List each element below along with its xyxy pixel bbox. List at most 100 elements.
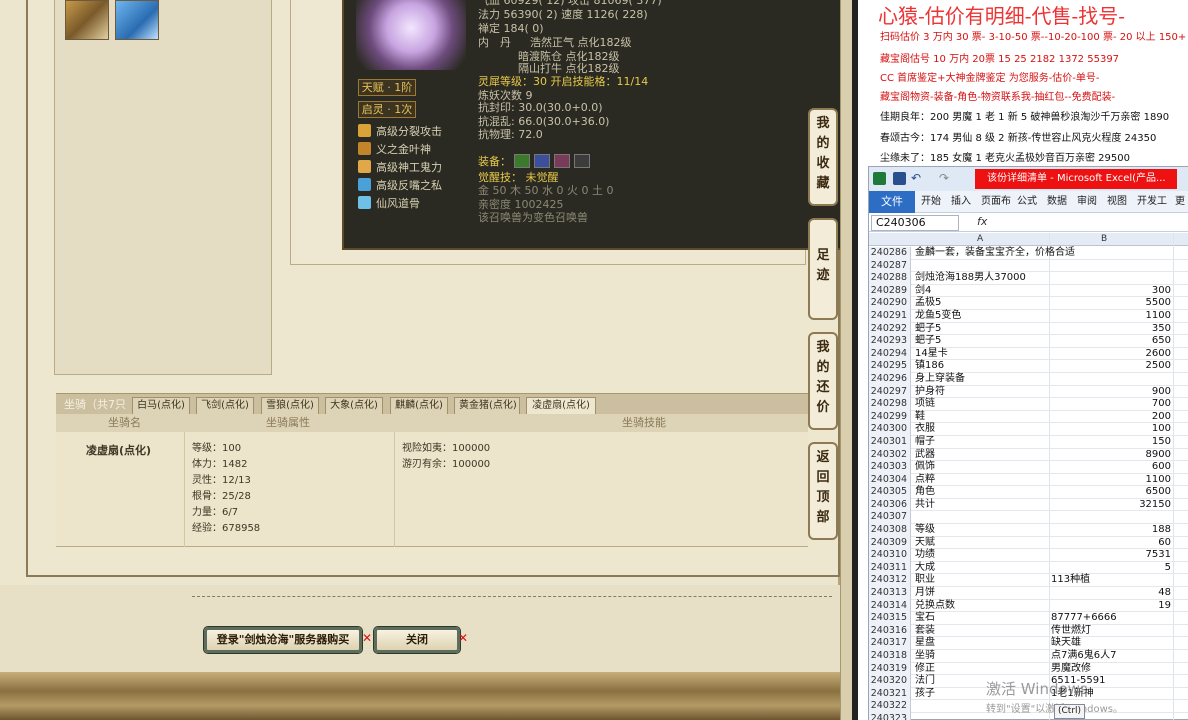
cell-a[interactable]: 孩子: [915, 688, 935, 701]
cell-a[interactable]: 点粹: [915, 474, 935, 487]
row-number[interactable]: 240322: [869, 700, 911, 713]
row-number[interactable]: 240290: [869, 297, 911, 310]
tab-home[interactable]: 开始: [921, 191, 941, 213]
mount-tab-active[interactable]: 凌虚扇(点化): [526, 397, 596, 415]
table-row[interactable]: 240298 项链 700: [869, 398, 1188, 411]
back-to-top-tab[interactable]: 返回顶部: [808, 442, 838, 540]
skill-item[interactable]: 高级分裂攻击: [358, 124, 442, 140]
tab-developer[interactable]: 开发工: [1137, 191, 1167, 213]
row-number[interactable]: 240323: [869, 712, 911, 720]
row-number[interactable]: 240321: [869, 687, 911, 701]
cell-a[interactable]: 蚆子5: [915, 335, 941, 348]
row-number[interactable]: 240311: [869, 561, 911, 575]
row-number[interactable]: 240295: [869, 360, 911, 373]
cell-a[interactable]: 镇186: [915, 360, 944, 373]
cell-a[interactable]: 兑换点数: [915, 600, 955, 613]
name-box[interactable]: C240306: [871, 215, 959, 231]
table-row[interactable]: 240291 龙鱼5变色 1100: [869, 309, 1188, 323]
cell-a[interactable]: 角色: [915, 486, 935, 499]
table-row[interactable]: 240292 蚆子5 350: [869, 322, 1188, 336]
mount-tab[interactable]: 白马(点化): [132, 397, 190, 415]
save-icon[interactable]: [893, 172, 906, 185]
tab-more[interactable]: 更: [1175, 191, 1185, 213]
skill-item[interactable]: 高级神工鬼力: [358, 160, 442, 176]
cell-a[interactable]: 剑烛沧海188男人37000: [915, 272, 1026, 285]
tab-formulas[interactable]: 公式: [1017, 191, 1037, 213]
table-row[interactable]: 240300 衣服 100: [869, 423, 1188, 436]
cell-a[interactable]: 项链: [915, 398, 935, 411]
table-row[interactable]: 240309 天赋 60: [869, 536, 1188, 550]
row-number[interactable]: 240304: [869, 473, 911, 487]
cell-a[interactable]: 龙鱼5变色: [915, 310, 961, 323]
cell-b[interactable]: 87777+6666: [1051, 612, 1171, 625]
row-number[interactable]: 240318: [869, 650, 911, 663]
cell-b[interactable]: 350: [1051, 323, 1171, 336]
my-favorites-tab[interactable]: 我的收藏: [808, 108, 838, 206]
cell-a[interactable]: 身上穿装备: [915, 373, 965, 386]
table-row[interactable]: 240307: [869, 511, 1188, 525]
table-row[interactable]: 240304 点粹 1100: [869, 473, 1188, 487]
cell-b[interactable]: 150: [1051, 436, 1171, 449]
cell-b[interactable]: 6500: [1051, 486, 1171, 499]
table-row[interactable]: 240314 兑换点数 19: [869, 599, 1188, 613]
equip-slot-icon[interactable]: [574, 154, 590, 168]
cell-b[interactable]: 缺天雄: [1051, 637, 1171, 650]
cell-a[interactable]: 等级: [915, 524, 935, 537]
equip-slot-icon[interactable]: [534, 154, 550, 168]
cell-b[interactable]: 48: [1051, 587, 1171, 600]
footprint-tab[interactable]: 足迹: [808, 218, 838, 320]
row-number[interactable]: 240320: [869, 675, 911, 688]
row-number[interactable]: 240297: [869, 385, 911, 399]
table-row[interactable]: 240312 职业 113种植: [869, 574, 1188, 588]
table-row[interactable]: 240294 14星卡 2600: [869, 347, 1188, 361]
table-row[interactable]: 240299 鞋 200: [869, 410, 1188, 424]
cell-b[interactable]: 1100: [1051, 474, 1171, 487]
cell-a[interactable]: 大成: [915, 562, 935, 575]
row-number[interactable]: 240315: [869, 612, 911, 625]
row-number[interactable]: 240313: [869, 587, 911, 600]
cell-b[interactable]: 113种植: [1051, 574, 1171, 587]
tab-page-layout[interactable]: 页面布: [981, 191, 1011, 213]
table-row[interactable]: 240287: [869, 259, 1188, 273]
table-row[interactable]: 240317 星盘 缺天雄: [869, 637, 1188, 650]
row-number[interactable]: 240299: [869, 410, 911, 424]
row-number[interactable]: 240314: [869, 599, 911, 613]
table-row[interactable]: 240305 角色 6500: [869, 486, 1188, 499]
cell-a[interactable]: 套装: [915, 625, 935, 638]
cell-a[interactable]: 金麟一套，装备宝宝齐全，价格合适: [915, 247, 1075, 260]
column-a-header[interactable]: A: [977, 233, 983, 246]
cell-a[interactable]: 衣服: [915, 423, 935, 436]
cell-a[interactable]: 月饼: [915, 587, 935, 600]
row-number[interactable]: 240286: [869, 247, 911, 260]
close-button[interactable]: 关闭: [374, 627, 460, 653]
row-number[interactable]: 240306: [869, 498, 911, 512]
cell-b[interactable]: 900: [1051, 386, 1171, 399]
table-row[interactable]: 240303 佩饰 600: [869, 461, 1188, 474]
pet-avatar-1[interactable]: [65, 0, 109, 40]
cell-b[interactable]: 200: [1051, 411, 1171, 424]
cell-a[interactable]: 共计: [915, 499, 935, 512]
skill-item[interactable]: 仙风道骨: [358, 196, 420, 212]
column-b-header[interactable]: B: [1101, 233, 1107, 246]
row-number[interactable]: 240296: [869, 372, 911, 386]
mount-tab[interactable]: 飞剑(点化): [196, 397, 254, 415]
cell-b[interactable]: 5500: [1051, 297, 1171, 310]
cell-a[interactable]: 孟极5: [915, 297, 941, 310]
my-bargain-tab[interactable]: 我的还价: [808, 332, 838, 430]
row-number[interactable]: 240300: [869, 423, 911, 436]
cell-a[interactable]: 佩饰: [915, 461, 935, 474]
cell-b[interactable]: 5: [1051, 562, 1171, 575]
tab-review[interactable]: 审阅: [1077, 191, 1097, 213]
game-scrollbar[interactable]: [840, 0, 852, 720]
table-row[interactable]: 240319 修正 男魔改修: [869, 662, 1188, 676]
table-row[interactable]: 240315 宝石 87777+6666: [869, 612, 1188, 625]
pet-avatar-2[interactable]: [115, 0, 159, 40]
mount-tab[interactable]: 黄金猪(点化): [454, 397, 520, 415]
table-row[interactable]: 240288 剑烛沧海188男人37000: [869, 272, 1188, 285]
cell-a[interactable]: 职业: [915, 574, 935, 587]
file-tab[interactable]: 文件: [869, 191, 915, 213]
row-number[interactable]: 240291: [869, 309, 911, 323]
tab-view[interactable]: 视图: [1107, 191, 1127, 213]
row-number[interactable]: 240303: [869, 461, 911, 474]
row-number[interactable]: 240309: [869, 536, 911, 550]
